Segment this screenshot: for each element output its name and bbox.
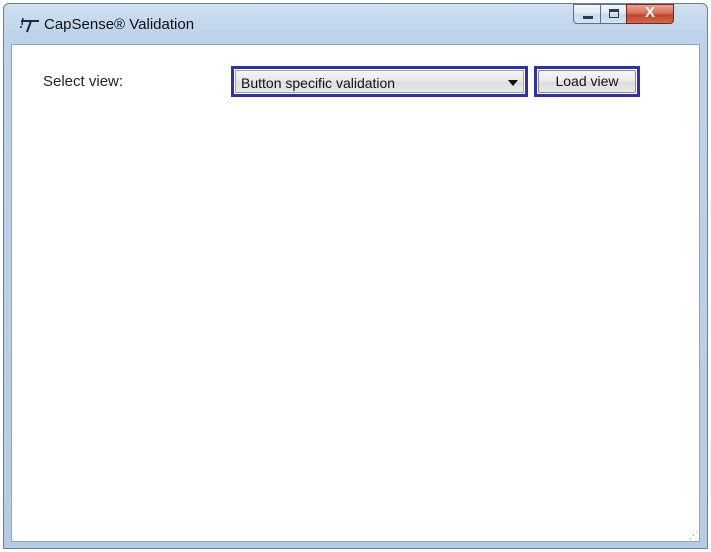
minimize-button[interactable] <box>573 4 601 24</box>
chevron-down-icon[interactable] <box>508 80 518 86</box>
select-view-label: Select view: <box>43 73 124 90</box>
resize-grip[interactable]: ⋰ <box>689 531 698 540</box>
capsense-app-icon <box>19 17 41 33</box>
close-button[interactable]: X <box>626 4 674 24</box>
window-title: CapSense® Validation <box>44 16 195 33</box>
load-view-button[interactable]: Load view <box>538 70 636 93</box>
close-icon: X <box>644 4 655 21</box>
title-bar[interactable]: CapSense® Validation X <box>4 4 707 44</box>
load-view-highlight: Load view <box>534 66 640 97</box>
view-select-dropdown[interactable]: Button specific validation <box>235 70 524 93</box>
app-window: CapSense® Validation X Select view: Butt… <box>3 3 708 549</box>
view-select-highlight: Button specific validation <box>231 66 528 97</box>
client-area: Select view: Button specific validation … <box>11 44 700 542</box>
minimize-icon <box>583 16 593 19</box>
view-select-value: Button specific validation <box>241 75 396 91</box>
maximize-button[interactable] <box>600 4 627 24</box>
maximize-icon <box>609 9 619 18</box>
